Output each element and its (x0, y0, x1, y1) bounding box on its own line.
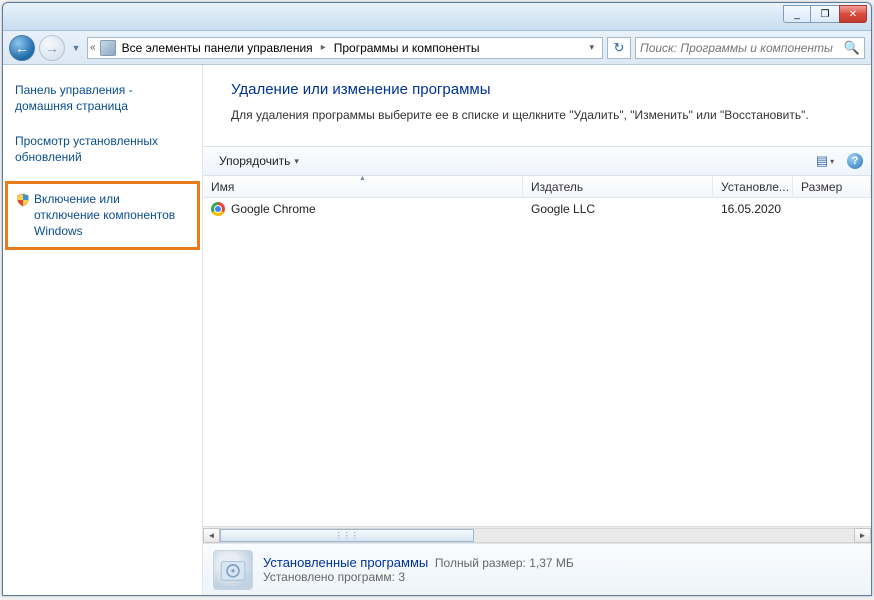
control-panel-icon (100, 40, 116, 56)
organize-button[interactable]: Упорядочить ▾ (213, 151, 305, 171)
details-size-value: 1,37 МБ (529, 556, 574, 570)
chevron-down-icon: ▾ (589, 42, 594, 52)
maximize-icon: ❐ (821, 9, 830, 20)
scroll-left-button[interactable]: ◄ (203, 528, 220, 543)
content-body: Панель управления - домашняя страница Пр… (3, 65, 871, 595)
programs-box-icon (213, 550, 253, 590)
column-header-size[interactable]: Размер (793, 176, 871, 197)
address-dropdown[interactable]: ▾ (583, 42, 600, 53)
details-title: Установленные программы (263, 555, 428, 570)
chevron-down-icon: ▾ (830, 157, 834, 166)
arrow-left-icon: ← (15, 40, 29, 56)
details-size-label: Полный размер: (435, 556, 526, 570)
program-name: Google Chrome (231, 202, 316, 216)
breadcrumb-programs[interactable]: Программы и компоненты (332, 41, 482, 55)
horizontal-scrollbar[interactable]: ◄ ⋮⋮⋮ ► (203, 526, 871, 543)
sidebar-link-updates[interactable]: Просмотр установленных обновлений (9, 130, 198, 169)
sidebar-item-label: Включение или отключение компонентов Win… (34, 192, 189, 239)
list-item[interactable]: Google Chrome Google LLC 16.05.2020 (203, 198, 871, 220)
triangle-left-icon: ◄ (208, 531, 216, 540)
chevron-down-icon: ▾ (294, 156, 299, 167)
details-text: Установленные программы Полный размер: 1… (263, 555, 574, 584)
double-chevron-icon: « (90, 42, 96, 53)
column-header-name[interactable]: Имя (203, 176, 523, 197)
help-icon: ? (852, 155, 859, 167)
navbar: ← → ▼ « Все элементы панели управления ▸… (3, 31, 871, 65)
main-pane: Удаление или изменение программы Для уда… (203, 65, 871, 595)
page-subtext: Для удаления программы выберите ее в спи… (231, 108, 853, 122)
refresh-button[interactable]: ↻ (607, 37, 631, 59)
search-input[interactable] (640, 41, 840, 55)
details-count-label: Установлено программ: (263, 570, 395, 584)
details-pane: Установленные программы Полный размер: 1… (203, 543, 871, 595)
close-button[interactable]: ✕ (839, 5, 867, 23)
minimize-button[interactable]: _ (783, 5, 811, 23)
breadcrumb-control-panel[interactable]: Все элементы панели управления (120, 41, 315, 55)
chevron-down-icon: ▼ (72, 43, 81, 53)
search-icon: 🔍 (844, 40, 860, 56)
organize-label: Упорядочить (219, 154, 290, 168)
nav-forward-button[interactable]: → (39, 35, 65, 61)
scroll-track[interactable]: ⋮⋮⋮ (220, 528, 854, 543)
sidebar: Панель управления - домашняя страница Пр… (3, 65, 203, 595)
address-bar[interactable]: « Все элементы панели управления ▸ Прогр… (87, 37, 603, 59)
view-icon: ▤ (816, 153, 828, 169)
breadcrumb-separator-icon: ▸ (319, 42, 328, 53)
window-buttons: _ ❐ ✕ (783, 5, 867, 23)
column-header-publisher[interactable]: Издатель (523, 176, 713, 197)
grip-icon: ⋮⋮⋮ (335, 531, 359, 540)
search-box[interactable]: 🔍 (635, 37, 865, 59)
triangle-right-icon: ► (859, 531, 867, 540)
list-rows[interactable]: Google Chrome Google LLC 16.05.2020 (203, 198, 871, 526)
maximize-button[interactable]: ❐ (811, 5, 839, 23)
scroll-right-button[interactable]: ► (854, 528, 871, 543)
shield-icon (16, 193, 30, 207)
view-options-button[interactable]: ▤ ▾ (809, 150, 841, 172)
minimize-icon: _ (794, 9, 800, 20)
toolbar: Упорядочить ▾ ▤ ▾ ? (203, 146, 871, 176)
arrow-right-icon: → (45, 40, 59, 56)
nav-back-button[interactable]: ← (9, 35, 35, 61)
details-count-value: 3 (398, 570, 405, 584)
close-icon: ✕ (849, 9, 857, 20)
program-date: 16.05.2020 (713, 202, 793, 216)
column-header-installed[interactable]: Установле... (713, 176, 793, 197)
programs-features-window: _ ❐ ✕ ← → ▼ « Все элементы панели управл… (2, 2, 872, 596)
highlight-annotation: Включение или отключение компонентов Win… (5, 181, 200, 250)
programs-list: Имя Издатель Установле... Размер Google … (203, 176, 871, 543)
refresh-icon: ↻ (614, 40, 625, 56)
help-button[interactable]: ? (847, 153, 863, 169)
column-headers: Имя Издатель Установле... Размер (203, 176, 871, 198)
titlebar: _ ❐ ✕ (3, 3, 871, 31)
page-title: Удаление или изменение программы (231, 81, 853, 98)
chrome-icon (211, 202, 225, 216)
sidebar-link-windows-features[interactable]: Включение или отключение компонентов Win… (10, 188, 195, 243)
sidebar-link-home[interactable]: Панель управления - домашняя страница (9, 79, 198, 118)
heading-area: Удаление или изменение программы Для уда… (203, 65, 871, 146)
scroll-thumb[interactable]: ⋮⋮⋮ (220, 529, 474, 542)
program-publisher: Google LLC (523, 202, 713, 216)
nav-history-dropdown[interactable]: ▼ (69, 38, 83, 58)
